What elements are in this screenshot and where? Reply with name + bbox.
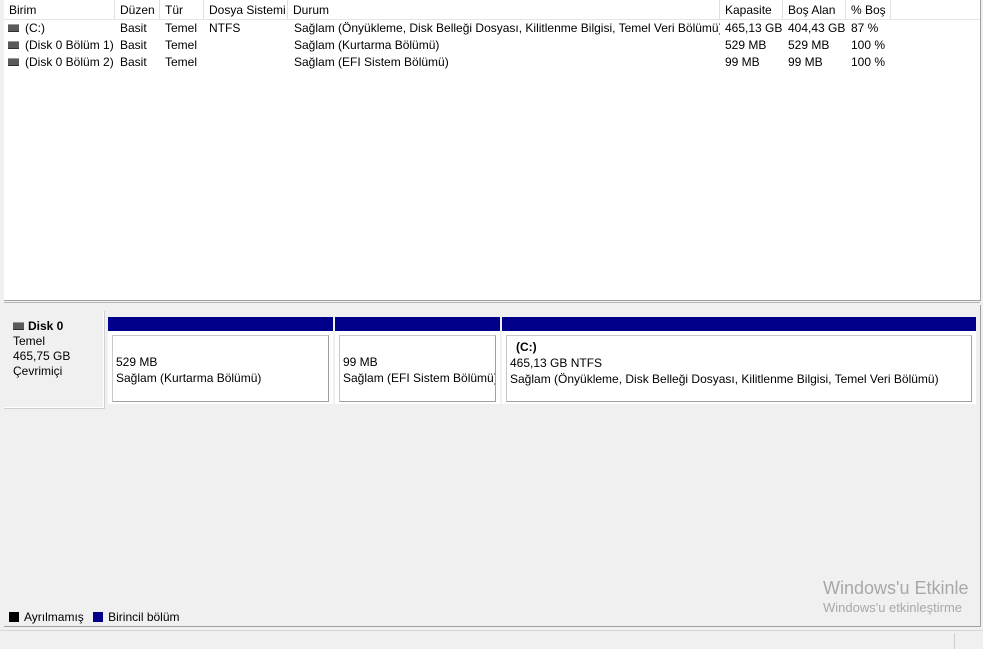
activation-watermark: Windows'u Etkinle Windows'u etkinleştirm… <box>823 577 969 617</box>
status-bar <box>0 630 983 649</box>
partition-title: (C:) <box>516 340 537 354</box>
volume-free-space: 99 MB <box>788 55 823 69</box>
disk-volume-icon <box>8 23 19 32</box>
partition-size: 529 MB <box>116 355 158 369</box>
volume-row[interactable]: (Disk 0 Bölüm 2) Basit Temel Sağlam (EFI… <box>4 54 980 71</box>
volume-layout: Basit <box>120 21 147 35</box>
partition-size: 465,13 GB NTFS <box>510 356 603 370</box>
disk-volume-icon <box>8 40 19 49</box>
column-header-volume[interactable]: Birim <box>4 0 115 19</box>
disk-volume-icon <box>8 57 19 66</box>
volume-type: Temel <box>165 38 198 52</box>
volume-name: (Disk 0 Bölüm 1) <box>25 38 114 52</box>
disk-size: 465,75 GB <box>13 349 71 363</box>
volume-status: Sağlam (EFI Sistem Bölümü) <box>294 55 449 69</box>
volume-type: Temel <box>165 55 198 69</box>
volume-capacity: 99 MB <box>725 55 760 69</box>
column-header-type[interactable]: Tür <box>160 0 204 19</box>
volume-filesystem <box>209 54 288 71</box>
volume-name: (C:) <box>25 21 45 35</box>
partition-size: 99 MB <box>343 355 378 369</box>
partition-status: Sağlam (EFI Sistem Bölümü) <box>343 371 496 385</box>
volume-status: Sağlam (Kurtarma Bölümü) <box>294 38 440 52</box>
volume-percent-free: 100 % <box>851 55 886 69</box>
watermark-line-2: Windows'u etkinleştirme <box>823 600 963 615</box>
volume-free-space: 404,43 GB <box>788 21 846 35</box>
column-header-status[interactable]: Durum <box>288 0 720 19</box>
volume-percent-free: 100 % <box>851 38 886 52</box>
disk-type: Temel <box>13 334 46 348</box>
legend-unallocated: Ayrılmamış <box>9 610 84 624</box>
column-header-percent-free[interactable]: % Boş <box>846 0 891 19</box>
column-header-layout[interactable]: Düzen <box>115 0 160 19</box>
volume-capacity: 529 MB <box>725 38 767 52</box>
primary-partition-bar <box>335 317 500 331</box>
volume-free-space: 529 MB <box>788 38 830 52</box>
volume-capacity: 465,13 GB <box>725 21 783 35</box>
partition-efi[interactable]: 99 MB Sağlam (EFI Sistem Bölümü) <box>335 317 500 404</box>
partition-c[interactable]: (C:) 465,13 GB NTFS Sağlam (Önyükleme, D… <box>502 317 976 404</box>
status-bar-divider <box>954 633 955 649</box>
volume-layout: Basit <box>120 55 147 69</box>
partition-status: Sağlam (Kurtarma Bölümü) <box>116 371 262 385</box>
primary-partition-bar <box>108 317 333 331</box>
volume-layout: Basit <box>120 38 147 52</box>
volume-row[interactable]: (Disk 0 Bölüm 1) Basit Temel Sağlam (Kur… <box>4 37 980 54</box>
partition-status: Sağlam (Önyükleme, Disk Belleği Dosyası,… <box>510 372 939 386</box>
unallocated-swatch-icon <box>9 611 19 622</box>
watermark-line-1: Windows'u Etkinle <box>823 578 969 598</box>
volume-type: Temel <box>165 21 198 35</box>
volume-filesystem <box>209 37 288 54</box>
column-header-capacity[interactable]: Kapasite <box>720 0 783 19</box>
volume-percent-free: 87 % <box>851 21 879 35</box>
volume-list-header: Birim Düzen Tür Dosya Sistemi Durum Kapa… <box>4 0 980 20</box>
legend-primary-partition: Birincil bölüm <box>93 610 180 624</box>
partition-recovery[interactable]: 529 MB Sağlam (Kurtarma Bölümü) <box>108 317 333 404</box>
disk-info-panel[interactable]: Disk 0 Temel 465,75 GB Çevrimiçi <box>4 311 105 409</box>
disk-name: Disk 0 <box>28 319 64 333</box>
volume-status: Sağlam (Önyükleme, Disk Belleği Dosyası,… <box>294 21 720 35</box>
disk-management-window: Birim Düzen Tür Dosya Sistemi Durum Kapa… <box>0 0 983 649</box>
volume-row[interactable]: (C:) Basit Temel NTFS Sağlam (Önyükleme,… <box>4 20 980 37</box>
column-header-free-space[interactable]: Boş Alan <box>783 0 846 19</box>
volume-name: (Disk 0 Bölüm 2) <box>25 55 114 69</box>
primary-partition-swatch-icon <box>93 611 104 622</box>
disk-state: Çevrimiçi <box>13 364 63 378</box>
volume-filesystem: NTFS <box>209 21 241 35</box>
legend: Ayrılmamış Birincil bölüm <box>9 610 186 624</box>
column-header-filesystem[interactable]: Dosya Sistemi <box>204 0 288 19</box>
disk-drive-icon <box>13 321 24 330</box>
primary-partition-bar <box>502 317 976 331</box>
volume-list[interactable]: Birim Düzen Tür Dosya Sistemi Durum Kapa… <box>4 0 981 301</box>
